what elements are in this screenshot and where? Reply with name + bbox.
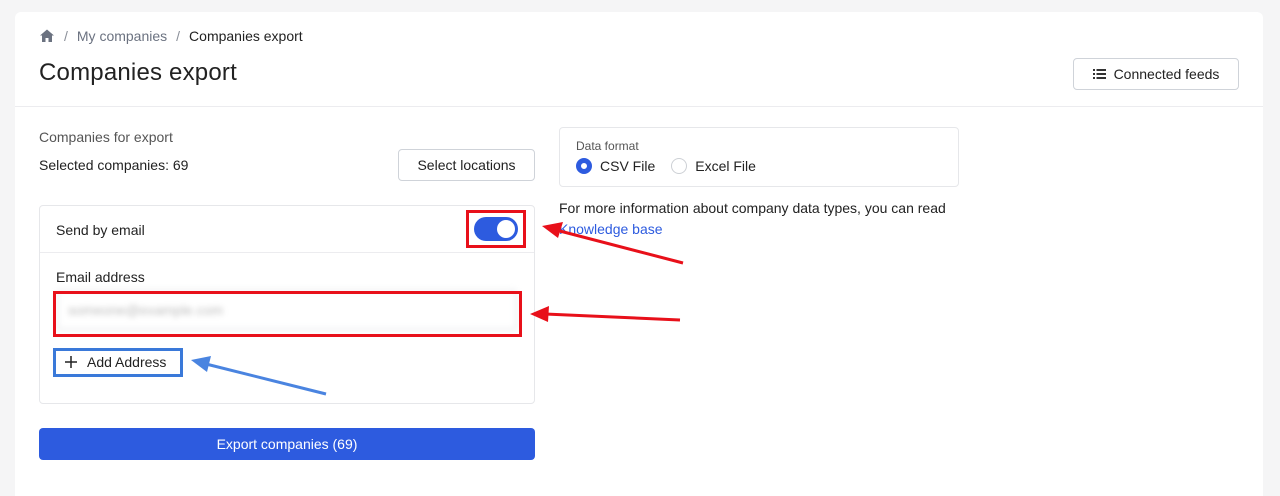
page-title: Companies export [39, 59, 237, 86]
breadcrumb-current: Companies export [189, 28, 303, 44]
breadcrumb-separator: / [176, 28, 181, 44]
page-header: / My companies / Companies export Compan… [15, 12, 1263, 107]
email-address-label: Email address [56, 269, 145, 285]
radio-csv-label[interactable]: CSV File [600, 158, 655, 174]
info-text: For more information about company data … [559, 198, 959, 240]
connected-feeds-button[interactable]: Connected feeds [1073, 58, 1239, 90]
send-by-email-label: Send by email [56, 222, 145, 238]
send-by-email-toggle[interactable] [474, 217, 518, 241]
list-icon [1092, 69, 1106, 79]
knowledge-base-link[interactable]: Knowledge base [559, 221, 663, 237]
radio-csv[interactable] [576, 158, 592, 174]
data-format-box: Data format CSV File Excel File [559, 127, 959, 187]
toggle-knob [497, 220, 515, 238]
breadcrumb-my-companies[interactable]: My companies [77, 28, 167, 44]
radio-excel[interactable] [671, 158, 688, 174]
export-companies-button[interactable]: Export companies (69) [39, 428, 535, 460]
export-card: / My companies / Companies export Compan… [15, 12, 1263, 496]
info-description: For more information about company data … [559, 200, 946, 216]
breadcrumb-separator: / [64, 28, 68, 44]
data-format-label: Data format [576, 139, 639, 153]
data-format-options: CSV File Excel File [576, 158, 772, 174]
email-panel: Send by email Email address Add Address [39, 205, 535, 404]
breadcrumb: / My companies / Companies export [39, 28, 303, 44]
add-address-button[interactable]: Add Address [57, 350, 181, 374]
email-field[interactable] [57, 290, 517, 330]
send-by-email-row: Send by email [40, 206, 534, 253]
select-locations-button[interactable]: Select locations [398, 149, 535, 181]
add-address-label: Add Address [87, 354, 167, 370]
plus-icon [65, 356, 77, 368]
home-icon[interactable] [39, 28, 55, 44]
companies-for-export-label: Companies for export [39, 129, 173, 145]
connected-feeds-label: Connected feeds [1113, 66, 1220, 82]
selected-companies-count: Selected companies: 69 [39, 157, 189, 173]
radio-excel-label[interactable]: Excel File [695, 158, 756, 174]
